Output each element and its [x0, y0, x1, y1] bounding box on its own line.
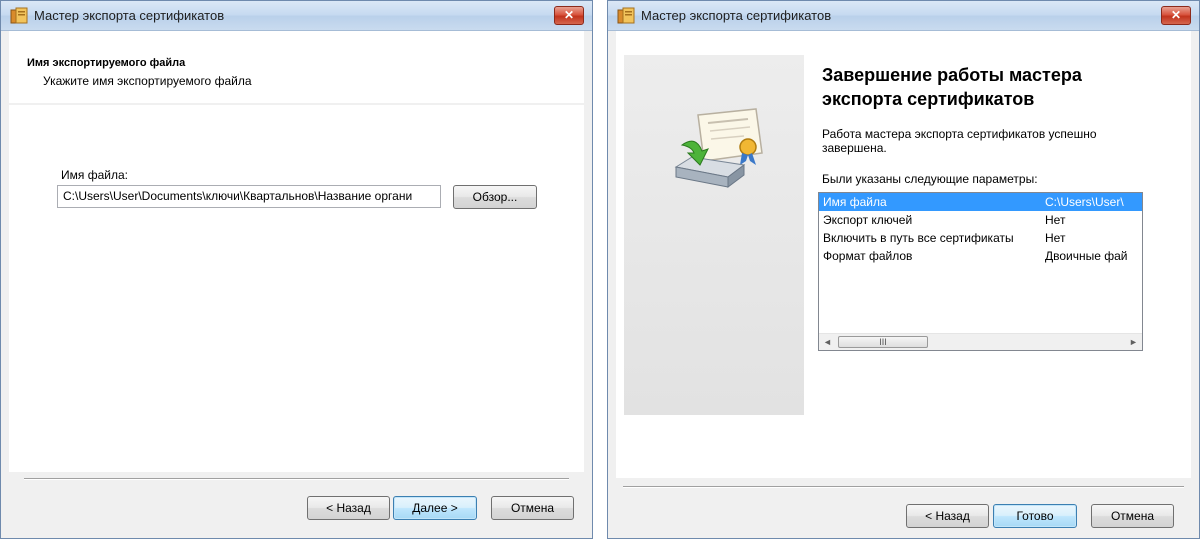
next-button[interactable]: Далее > — [393, 496, 477, 520]
horizontal-scrollbar[interactable]: ◄ III ► — [819, 333, 1142, 350]
close-button[interactable]: ✕ — [1161, 6, 1191, 25]
param-name: Включить в путь все сертификаты — [823, 231, 1014, 245]
footer-divider — [623, 486, 1184, 488]
parameters-list[interactable]: Имя файла C:\Users\User\ Экспорт ключей … — [818, 192, 1143, 351]
param-value: Двоичные фай — [1045, 249, 1128, 263]
wizard-client-area: Завершение работы мастера экспорта серти… — [616, 31, 1191, 478]
wizard-side-panel — [624, 55, 804, 415]
window-title: Мастер экспорта сертификатов — [641, 8, 832, 23]
window-title: Мастер экспорта сертификатов — [34, 8, 225, 23]
list-item[interactable]: Включить в путь все сертификаты Нет — [819, 229, 1142, 247]
finish-button[interactable]: Готово — [993, 504, 1077, 528]
page-subtitle: Укажите имя экспортируемого файла — [43, 74, 252, 88]
back-button[interactable]: < Назад — [906, 504, 989, 528]
file-name-label: Имя файла: — [61, 168, 128, 182]
success-message: Работа мастера экспорта сертификатов усп… — [822, 127, 1097, 155]
wizard-client-area: Имя экспортируемого файла Укажите имя эк… — [9, 31, 584, 532]
wizard-header: Имя экспортируемого файла Укажите имя эк… — [9, 31, 584, 103]
certificate-wizard-icon — [617, 7, 635, 24]
cancel-button[interactable]: Отмена — [1091, 504, 1174, 528]
scroll-thumb[interactable]: III — [838, 336, 928, 348]
title-bar[interactable]: Мастер экспорта сертификатов ✕ — [1, 1, 592, 31]
close-icon: ✕ — [1170, 8, 1182, 22]
scroll-right-icon[interactable]: ► — [1125, 334, 1142, 350]
certificate-wizard-icon — [10, 7, 28, 24]
back-button[interactable]: < Назад — [307, 496, 390, 520]
close-icon: ✕ — [563, 8, 575, 22]
param-value: Нет — [1045, 213, 1066, 227]
cancel-button[interactable]: Отмена — [491, 496, 574, 520]
completion-heading: Завершение работы мастера экспорта серти… — [822, 65, 1082, 109]
param-value: C:\Users\User\ — [1045, 195, 1124, 209]
param-name: Формат файлов — [823, 249, 913, 263]
export-wizard-window-completion: Мастер экспорта сертификатов ✕ Завершени… — [607, 0, 1200, 539]
export-wizard-window-file-name: Мастер экспорта сертификатов ✕ Имя экспо… — [0, 0, 593, 539]
certificate-export-icon — [674, 108, 763, 188]
params-label: Были указаны следующие параметры: — [822, 172, 1038, 186]
param-name: Экспорт ключей — [823, 213, 913, 227]
param-value: Нет — [1045, 231, 1066, 245]
title-bar[interactable]: Мастер экспорта сертификатов ✕ — [608, 1, 1199, 31]
list-item[interactable]: Формат файлов Двоичные фай — [819, 247, 1142, 265]
close-button[interactable]: ✕ — [554, 6, 584, 25]
page-title: Имя экспортируемого файла — [27, 57, 186, 69]
footer-divider — [24, 478, 569, 480]
wizard-body: Имя файла: C:\Users\User\Documents\ключи… — [9, 105, 584, 472]
browse-button[interactable]: Обзор... — [453, 185, 537, 209]
list-item[interactable]: Имя файла C:\Users\User\ — [819, 193, 1142, 211]
file-name-input[interactable]: C:\Users\User\Documents\ключи\Квартально… — [57, 185, 441, 208]
param-name: Имя файла — [823, 195, 887, 209]
list-item[interactable]: Экспорт ключей Нет — [819, 211, 1142, 229]
scroll-left-icon[interactable]: ◄ — [819, 334, 836, 350]
